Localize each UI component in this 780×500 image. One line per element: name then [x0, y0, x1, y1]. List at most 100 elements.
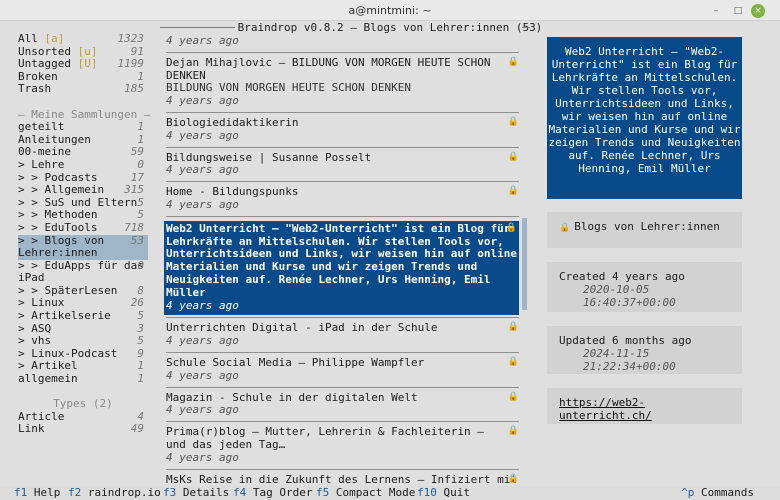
bookmark-url-link[interactable]: https://web2-unterricht.ch/: [559, 396, 652, 422]
app-title: Braindrop v0.8.2 — Blogs von Lehrer:inne…: [237, 21, 543, 34]
key-label: f4: [233, 486, 247, 499]
sidebar-item-trash[interactable]: Trash 185: [18, 83, 148, 96]
footer-key-compact-mode[interactable]: f5 Compact Mode: [316, 486, 415, 500]
item-title: Web2 Unterricht — "Web2-Unterricht" ist …: [166, 221, 517, 299]
item-count: 0: [137, 157, 144, 171]
sidebar-item-label: > > SpäterLesen: [18, 283, 118, 297]
sidebar-item-label: > Artikel: [18, 359, 78, 373]
key-label: f1: [14, 486, 28, 499]
item-count: 718: [124, 220, 144, 234]
sidebar-item-collection[interactable]: allgemein 1: [18, 372, 148, 386]
key-label: f3: [163, 486, 177, 499]
item-count: 53: [130, 233, 144, 247]
list-item[interactable]: Home - Bildungspunks 4 years ago 🔒: [166, 185, 519, 212]
sidebar-item-label: > > Allgemein: [18, 183, 105, 197]
shortcut-tag: [u]: [77, 44, 98, 58]
key-action: Tag Order: [252, 486, 313, 499]
shortcut-tag: [a]: [44, 32, 65, 45]
lock-icon: 🔒: [507, 151, 519, 162]
sidebar-item-label: > Linux: [18, 296, 65, 310]
item-age: 4 years ago: [166, 94, 239, 108]
sidebar-item-label: > vhs: [18, 334, 52, 348]
divider: [166, 386, 519, 388]
item-count: 0: [137, 258, 144, 272]
key-label: f5: [316, 486, 330, 499]
sidebar-item-label: Link: [18, 422, 45, 436]
lock-icon: 🔒: [507, 116, 519, 127]
sidebar-item-type[interactable]: Link 49: [18, 423, 148, 436]
key-action: Details: [182, 486, 230, 499]
divider: [166, 146, 519, 148]
key-action: raindrop.io: [87, 486, 161, 499]
sidebar-item-label: > ASQ: [18, 321, 52, 335]
footer-keybar: f1 Help f2 raindrop.io f3 Details f4 Tag…: [0, 486, 780, 500]
divider: [166, 215, 519, 217]
footer-key-help[interactable]: f1 Help: [14, 486, 60, 500]
updated-timestamp: 2024-11-15 21:22:34+00:00: [583, 347, 676, 373]
item-age: 4 years ago: [166, 334, 239, 348]
list-scrollbar[interactable]: [522, 218, 527, 310]
title-divider: [160, 27, 235, 28]
item-age: 4 years ago: [166, 368, 239, 382]
footer-key-quit[interactable]: f10 Quit: [417, 486, 470, 500]
sidebar-item-label: geteilt: [18, 120, 65, 134]
divider: [166, 421, 519, 423]
item-age: 4 years ago: [166, 450, 239, 464]
sidebar-item-label: > > SuS und Eltern: [18, 195, 138, 209]
collection-card: 🔒 Blogs von Lehrer:innen: [547, 212, 742, 248]
title-divider: [522, 27, 530, 28]
footer-key-tag-order[interactable]: f4 Tag Order: [233, 486, 312, 500]
key-action: Compact Mode: [335, 486, 416, 499]
minimize-icon[interactable]: –: [709, 4, 723, 18]
close-icon[interactable]: ×: [751, 4, 765, 18]
sidebar-item-label: 00-meine: [18, 145, 71, 159]
item-age: 4 years ago: [166, 128, 239, 142]
created-card: Created 4 years ago 2020-10-05 16:40:37+…: [547, 262, 742, 312]
sidebar-item-label: > Lehre: [18, 157, 65, 171]
list-item[interactable]: Unterrichten Digital - iPad in der Schul…: [166, 322, 519, 348]
window-titlebar: a@mintmini: ~ – □ ×: [0, 0, 780, 21]
sidebar-item-label: > > EduApps für das: [18, 258, 144, 272]
list-item[interactable]: MsKs Reise in die Zukunft des Lernens — …: [166, 474, 519, 487]
footer-key-details[interactable]: f3 Details: [163, 486, 229, 500]
list-item[interactable]: Schule Social Media — Philippe Wampfler …: [166, 356, 519, 383]
item-count: 5: [137, 309, 144, 323]
sidebar-item-label: > > Methoden: [18, 208, 98, 222]
sidebar-item-label: > Artikelserie: [18, 309, 111, 323]
list-item[interactable]: 4 years ago: [166, 34, 519, 48]
footer-key-commands[interactable]: ^p Commands: [681, 486, 754, 500]
item-title: Biologiedidaktikerin: [166, 115, 299, 129]
item-count: 1: [137, 120, 144, 134]
sidebar-item-label: > > Blogs von: [18, 233, 105, 247]
list-item[interactable]: Magazin - Schule in der digitalen Welt 4…: [166, 391, 519, 418]
key-label: f10: [417, 486, 437, 499]
item-count: 185: [124, 82, 144, 96]
created-timestamp: 2020-10-05 16:40:37+00:00: [583, 283, 676, 309]
footer-key-raindrop[interactable]: f2 raindrop.io: [68, 486, 161, 500]
maximize-icon[interactable]: □: [731, 4, 745, 18]
list-item[interactable]: Dejan Mihajlovic — BILDUNG VON MORGEN HE…: [166, 56, 519, 108]
item-age: 4 years ago: [166, 403, 239, 417]
item-age: 4 years ago: [166, 34, 239, 47]
sidebar-item-label: Anleitungen: [18, 132, 91, 146]
key-action: Quit: [443, 486, 471, 499]
item-count: 1199: [117, 57, 145, 71]
url-card: https://web2-unterricht.ch/: [547, 388, 742, 424]
window-title: a@mintmini: ~: [348, 4, 432, 17]
key-action: Help: [33, 486, 61, 499]
sidebar: All [a] 1323 Unsorted [u] 91 Untagged [U…: [18, 32, 150, 436]
divider: [166, 351, 519, 353]
item-title: Prima(r)blog — Mutter, Lehrerin & Fachle…: [166, 425, 484, 451]
sidebar-item-label: All: [18, 32, 38, 45]
list-item[interactable]: Prima(r)blog — Mutter, Lehrerin & Fachle…: [166, 425, 519, 464]
list-item-selected[interactable]: Web2 Unterricht — "Web2-Unterricht" ist …: [164, 220, 519, 316]
updated-label: Updated 6 months ago: [559, 334, 692, 347]
sidebar-item-label: > > Podcasts: [18, 170, 98, 184]
divider: [166, 468, 519, 470]
item-count: 1323: [117, 32, 145, 45]
list-item[interactable]: Bildungsweise | Susanne Posselt 4 years …: [166, 151, 519, 178]
sidebar-item-label: allgemein: [18, 372, 78, 386]
lock-icon: 🔒: [507, 186, 519, 197]
lock-icon: 🔒: [559, 223, 571, 233]
list-item[interactable]: Biologiedidaktikerin 4 years ago 🔒: [166, 115, 519, 143]
